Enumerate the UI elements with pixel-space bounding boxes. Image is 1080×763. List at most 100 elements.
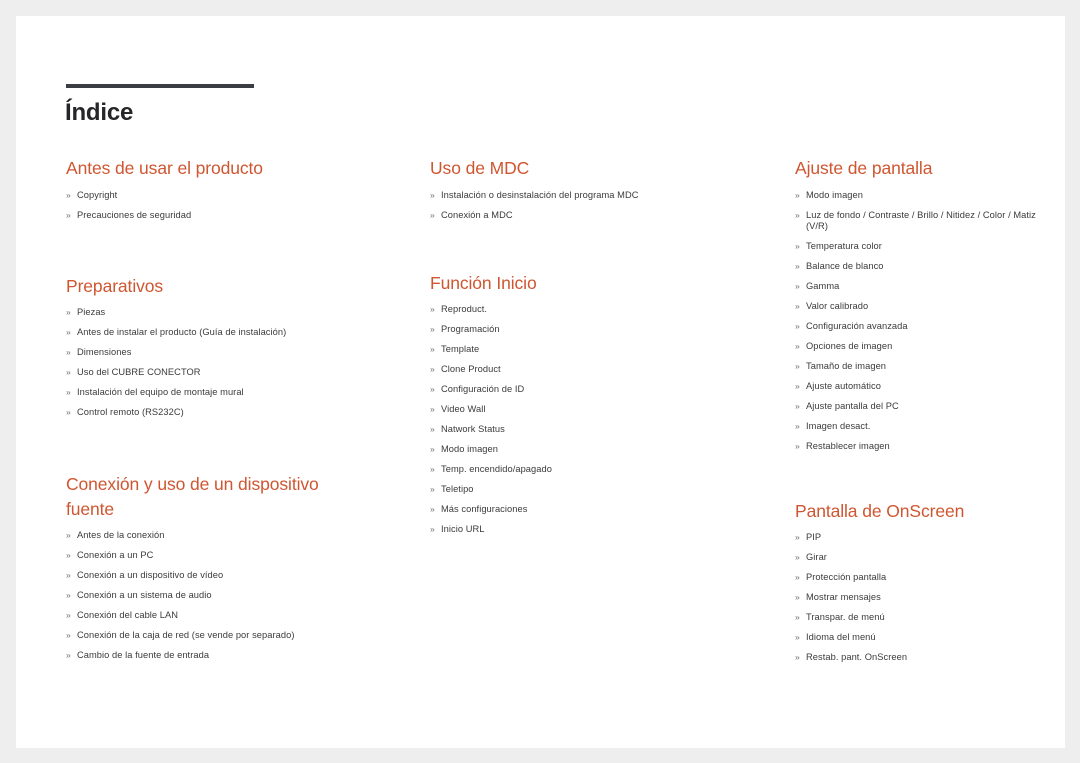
toc-section: Pantalla de OnScreen » PIP » Girar » Protecció…: [795, 499, 1040, 664]
toc-column-1: Antes de usar el producto » Copyright » Prec…: [66, 156, 366, 661]
toc-entry[interactable]: » Teletipo: [430, 484, 730, 495]
toc-entry[interactable]: » Conexión del cable LAN: [66, 610, 366, 621]
toc-entry[interactable]: » Modo imagen: [795, 190, 1040, 201]
toc-entry[interactable]: » Copyright: [66, 190, 366, 201]
chevron-double-right-icon: »: [66, 347, 71, 357]
toc-entry-label: Balance de blanco: [806, 260, 884, 271]
toc-entry[interactable]: » Conexión de la caja de red (se vende po…: [66, 630, 366, 641]
toc-entry-label: Video Wall: [441, 404, 486, 414]
toc-entry[interactable]: » Girar: [795, 552, 1040, 563]
toc-entry-label: Natwork Status: [441, 424, 505, 434]
toc-entry-label: Reproduct.: [441, 304, 488, 314]
toc-entry-label: Configuración avanzada: [806, 320, 908, 331]
toc-entry[interactable]: » Balance de blanco: [795, 261, 1040, 272]
chevron-double-right-icon: »: [430, 344, 435, 354]
toc-entry[interactable]: » Imagen desact.: [795, 421, 1040, 432]
toc-entry[interactable]: » Configuración avanzada: [795, 321, 1040, 332]
toc-entry[interactable]: » Más configuraciones: [430, 504, 730, 515]
toc-entry-label: Modo imagen: [806, 189, 863, 200]
toc-entry[interactable]: » Antes de la conexión: [66, 530, 366, 541]
toc-section: Uso de MDC » Instalación o desinstalación …: [430, 156, 730, 221]
toc-entry[interactable]: » Clone Product: [430, 364, 730, 375]
toc-entry[interactable]: » Reproduct.: [430, 304, 730, 315]
toc-entry[interactable]: » Cambio de la fuente de entrada: [66, 650, 366, 661]
toc-entry-label: Ajuste automático: [806, 380, 881, 391]
toc-entry-label: Más configuraciones: [441, 504, 528, 514]
chevron-double-right-icon: »: [66, 650, 71, 660]
toc-section-heading[interactable]: Ajuste de pantalla: [795, 156, 1040, 181]
toc-entry[interactable]: » Conexión a un sistema de audio: [66, 590, 366, 601]
toc-entry[interactable]: » Control remoto (RS232C): [66, 407, 366, 418]
toc-entry[interactable]: » Modo imagen: [430, 444, 730, 455]
chevron-double-right-icon: »: [430, 189, 435, 200]
toc-entry[interactable]: » Opciones de imagen: [795, 341, 1040, 352]
toc-entry-label: Piezas: [77, 307, 106, 317]
toc-entry[interactable]: » Instalación o desinstalación del progra…: [430, 190, 730, 201]
toc-entry-label: Girar: [806, 552, 827, 562]
toc-entry[interactable]: » Configuración de ID: [430, 384, 730, 395]
toc-entry[interactable]: » Luz de fondo / Contraste / Brillo / Nit…: [795, 210, 1040, 232]
toc-entry[interactable]: » Uso del CUBRE CONECTOR: [66, 367, 366, 378]
chevron-double-right-icon: »: [430, 364, 435, 374]
toc-entry-label: Idioma del menú: [806, 632, 876, 642]
chevron-double-right-icon: »: [795, 440, 800, 451]
toc-entry[interactable]: » Valor calibrado: [795, 301, 1040, 312]
toc-entry[interactable]: » Temp. encendido/apagado: [430, 464, 730, 475]
toc-section-heading[interactable]: Preparativos: [66, 274, 366, 299]
toc-entry[interactable]: » Restab. pant. OnScreen: [795, 652, 1040, 663]
toc-section: Preparativos » Piezas » Antes de instalar el…: [66, 274, 366, 419]
toc-entry[interactable]: » Instalación del equipo de montaje mural: [66, 387, 366, 398]
toc-section-heading[interactable]: Función Inicio: [430, 271, 730, 296]
toc-column-3: Ajuste de pantalla » Modo imagen » Luz de fo…: [795, 156, 1040, 663]
chevron-double-right-icon: »: [66, 530, 71, 540]
toc-entry-label: Control remoto (RS232C): [77, 407, 184, 417]
toc-section-heading[interactable]: Pantalla de OnScreen: [795, 499, 1040, 524]
toc-entry[interactable]: » Conexión a un dispositivo de vídeo: [66, 570, 366, 581]
toc-entry[interactable]: » Inicio URL: [430, 524, 730, 535]
toc-entry[interactable]: » Transpar. de menú: [795, 612, 1040, 623]
toc-entry[interactable]: » Dimensiones: [66, 347, 366, 358]
chevron-double-right-icon: »: [430, 209, 435, 220]
chevron-double-right-icon: »: [795, 652, 800, 662]
toc-entry[interactable]: » PIP: [795, 532, 1040, 543]
chevron-double-right-icon: »: [795, 260, 800, 271]
toc-entry[interactable]: » Gamma: [795, 281, 1040, 292]
toc-entry[interactable]: » Conexión a un PC: [66, 550, 366, 561]
toc-entry[interactable]: » Tamaño de imagen: [795, 361, 1040, 372]
toc-section-heading[interactable]: Conexión y uso de un dispositivo fuente: [66, 472, 366, 521]
toc-entry[interactable]: » Piezas: [66, 307, 366, 318]
chevron-double-right-icon: »: [795, 572, 800, 582]
title-rule: [66, 84, 254, 88]
toc-entry[interactable]: » Mostrar mensajes: [795, 592, 1040, 603]
toc-entry[interactable]: » Conexión a MDC: [430, 210, 730, 221]
toc-section-heading[interactable]: Antes de usar el producto: [66, 156, 366, 181]
toc-entry[interactable]: » Idioma del menú: [795, 632, 1040, 643]
toc-entry-label: Conexión a un dispositivo de vídeo: [77, 570, 224, 580]
toc-entry[interactable]: » Programación: [430, 324, 730, 335]
toc-entry[interactable]: » Video Wall: [430, 404, 730, 415]
toc-entry-label: Temp. encendido/apagado: [441, 464, 552, 474]
toc-entry[interactable]: » Ajuste automático: [795, 381, 1040, 392]
chevron-double-right-icon: »: [795, 552, 800, 562]
toc-entry[interactable]: » Natwork Status: [430, 424, 730, 435]
toc-entry[interactable]: » Precauciones de seguridad: [66, 210, 366, 221]
toc-list: » Piezas » Antes de instalar el producto (G…: [66, 307, 366, 418]
chevron-double-right-icon: »: [66, 630, 71, 640]
toc-entry[interactable]: » Template: [430, 344, 730, 355]
toc-entry-label: Modo imagen: [441, 444, 498, 454]
toc-section: Antes de usar el producto » Copyright » Prec…: [66, 156, 366, 221]
toc-entry-label: Temperatura color: [806, 240, 882, 251]
chevron-double-right-icon: »: [430, 324, 435, 334]
toc-section-heading[interactable]: Uso de MDC: [430, 156, 730, 181]
toc-entry[interactable]: » Temperatura color: [795, 241, 1040, 252]
chevron-double-right-icon: »: [430, 504, 435, 514]
toc-entry[interactable]: » Protección pantalla: [795, 572, 1040, 583]
toc-entry[interactable]: » Ajuste pantalla del PC: [795, 401, 1040, 412]
chevron-double-right-icon: »: [430, 464, 435, 474]
toc-column-2: Uso de MDC » Instalación o desinstalación …: [430, 156, 730, 535]
toc-entry[interactable]: » Restablecer imagen: [795, 441, 1040, 452]
toc-entry[interactable]: » Antes de instalar el producto (Guía de …: [66, 327, 366, 338]
